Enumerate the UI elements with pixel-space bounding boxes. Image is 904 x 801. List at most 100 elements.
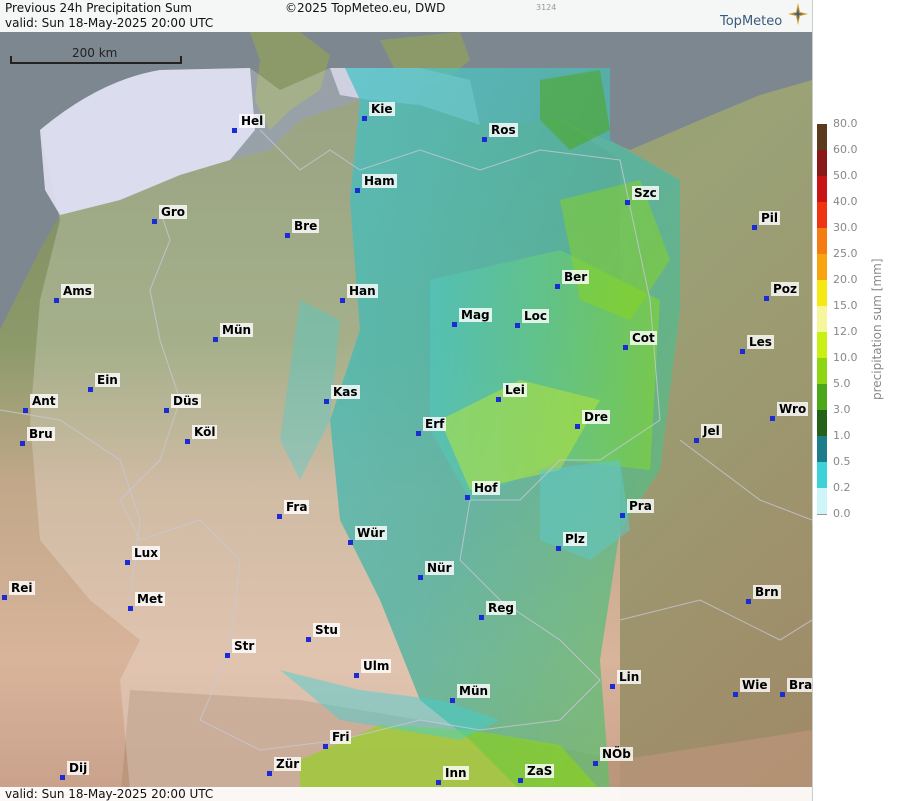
legend-zero-tick: [817, 514, 827, 515]
city-dot: [362, 116, 367, 121]
city-dot: [2, 595, 7, 600]
legend-color-swatch: [817, 410, 827, 436]
city-dot: [128, 606, 133, 611]
city-label: Wie: [740, 678, 770, 692]
city-label: Brn: [753, 585, 781, 599]
city-label: Kie: [369, 102, 395, 116]
city-label: Str: [232, 639, 257, 653]
city-dot: [575, 424, 580, 429]
city-label: Ant: [30, 394, 58, 408]
legend-color-swatch: [817, 462, 827, 488]
city-dot: [733, 692, 738, 697]
legend-color-swatch: [817, 488, 827, 514]
city-label: Pra: [627, 499, 654, 513]
city-dot: [354, 673, 359, 678]
city-dot: [479, 615, 484, 620]
legend-color-swatch: [817, 332, 827, 358]
city-dot: [416, 431, 421, 436]
scale-bar: 200 km: [10, 42, 182, 66]
city-dot: [54, 298, 59, 303]
legend-color-swatch: [817, 384, 827, 410]
city-dot: [164, 408, 169, 413]
city-dot: [620, 513, 625, 518]
city-dot: [740, 349, 745, 354]
city-dot: [225, 653, 230, 658]
legend-value: 10.0: [833, 351, 858, 364]
city-label: Ams: [61, 284, 94, 298]
city-dot: [232, 128, 237, 133]
city-label: Reg: [486, 601, 516, 615]
city-dot: [625, 200, 630, 205]
legend-value: 1.0: [833, 429, 851, 442]
city-label: Hof: [472, 481, 500, 495]
scale-bar-tick-left: [10, 56, 12, 64]
city-dot: [88, 387, 93, 392]
copyright-text: ©2025 TopMeteo.eu, DWD: [285, 1, 446, 15]
city-dot: [324, 399, 329, 404]
terrain-map: [0, 0, 812, 801]
valid-time: valid: Sun 18-May-2025 20:00 UTC: [5, 16, 214, 30]
legend-value: 15.0: [833, 299, 858, 312]
city-dot: [20, 441, 25, 446]
city-label: Zür: [274, 757, 302, 771]
scale-bar-line: [10, 62, 180, 64]
legend-title: precipitation sum [mm]: [870, 258, 884, 400]
city-label: Düs: [171, 394, 201, 408]
map-view[interactable]: Previous 24h Precipitation Sum valid: Su…: [0, 0, 812, 801]
city-label: Jel: [701, 424, 722, 438]
city-dot: [496, 397, 501, 402]
city-label: Dre: [582, 410, 611, 424]
city-label: Lin: [617, 670, 642, 684]
city-dot: [452, 322, 457, 327]
city-label: Inn: [443, 766, 469, 780]
legend-color-swatch: [817, 358, 827, 384]
city-dot: [277, 514, 282, 519]
precipitation-legend: 80.0 60.0 50.0 40.0 30.0 25.0 20.0 15.0 12.0 10.0…: [812, 0, 904, 801]
city-label: ZaS: [525, 764, 555, 778]
city-label: Ber: [562, 270, 590, 284]
legend-color-swatch: [817, 202, 827, 228]
legend-value: 60.0: [833, 143, 858, 156]
city-label: Fri: [330, 730, 352, 744]
scale-bar-tick-right: [180, 56, 182, 64]
city-dot: [418, 575, 423, 580]
scale-bar-label: 200 km: [72, 46, 118, 60]
city-dot: [515, 323, 520, 328]
map-code: 3124: [536, 3, 557, 12]
city-label: Bra: [787, 678, 812, 692]
city-dot: [623, 345, 628, 350]
city-label: Rei: [9, 581, 35, 595]
city-label: Wür: [355, 526, 387, 540]
city-dot: [152, 219, 157, 224]
city-dot: [355, 188, 360, 193]
city-label: Loc: [522, 309, 550, 323]
city-label: NÖb: [600, 747, 633, 761]
legend-color-swatch: [817, 254, 827, 280]
legend-value: 25.0: [833, 247, 858, 260]
city-label: Wro: [777, 402, 809, 416]
legend-color-swatch: [817, 150, 827, 176]
map-title: Previous 24h Precipitation Sum: [5, 1, 192, 15]
legend-color-swatch: [817, 228, 827, 254]
city-dot: [306, 637, 311, 642]
city-label: Met: [135, 592, 165, 606]
legend-value: 5.0: [833, 377, 851, 390]
map-footer: valid: Sun 18-May-2025 20:00 UTC: [0, 787, 812, 801]
city-dot: [436, 780, 441, 785]
city-label: Bre: [292, 219, 320, 233]
city-label: Mag: [459, 308, 492, 322]
city-label: Lux: [132, 546, 160, 560]
city-label: Nür: [425, 561, 454, 575]
city-dot: [185, 439, 190, 444]
city-label: Poz: [771, 282, 800, 296]
city-label: Mün: [220, 323, 254, 337]
city-label: Bru: [27, 427, 55, 441]
map-header: Previous 24h Precipitation Sum valid: Su…: [0, 0, 812, 32]
city-dot: [593, 761, 598, 766]
legend-color-swatch: [817, 124, 827, 150]
city-dot: [285, 233, 290, 238]
city-label: Erf: [423, 417, 447, 431]
city-label: Gro: [159, 205, 188, 219]
city-dot: [465, 495, 470, 500]
city-label: Les: [747, 335, 774, 349]
